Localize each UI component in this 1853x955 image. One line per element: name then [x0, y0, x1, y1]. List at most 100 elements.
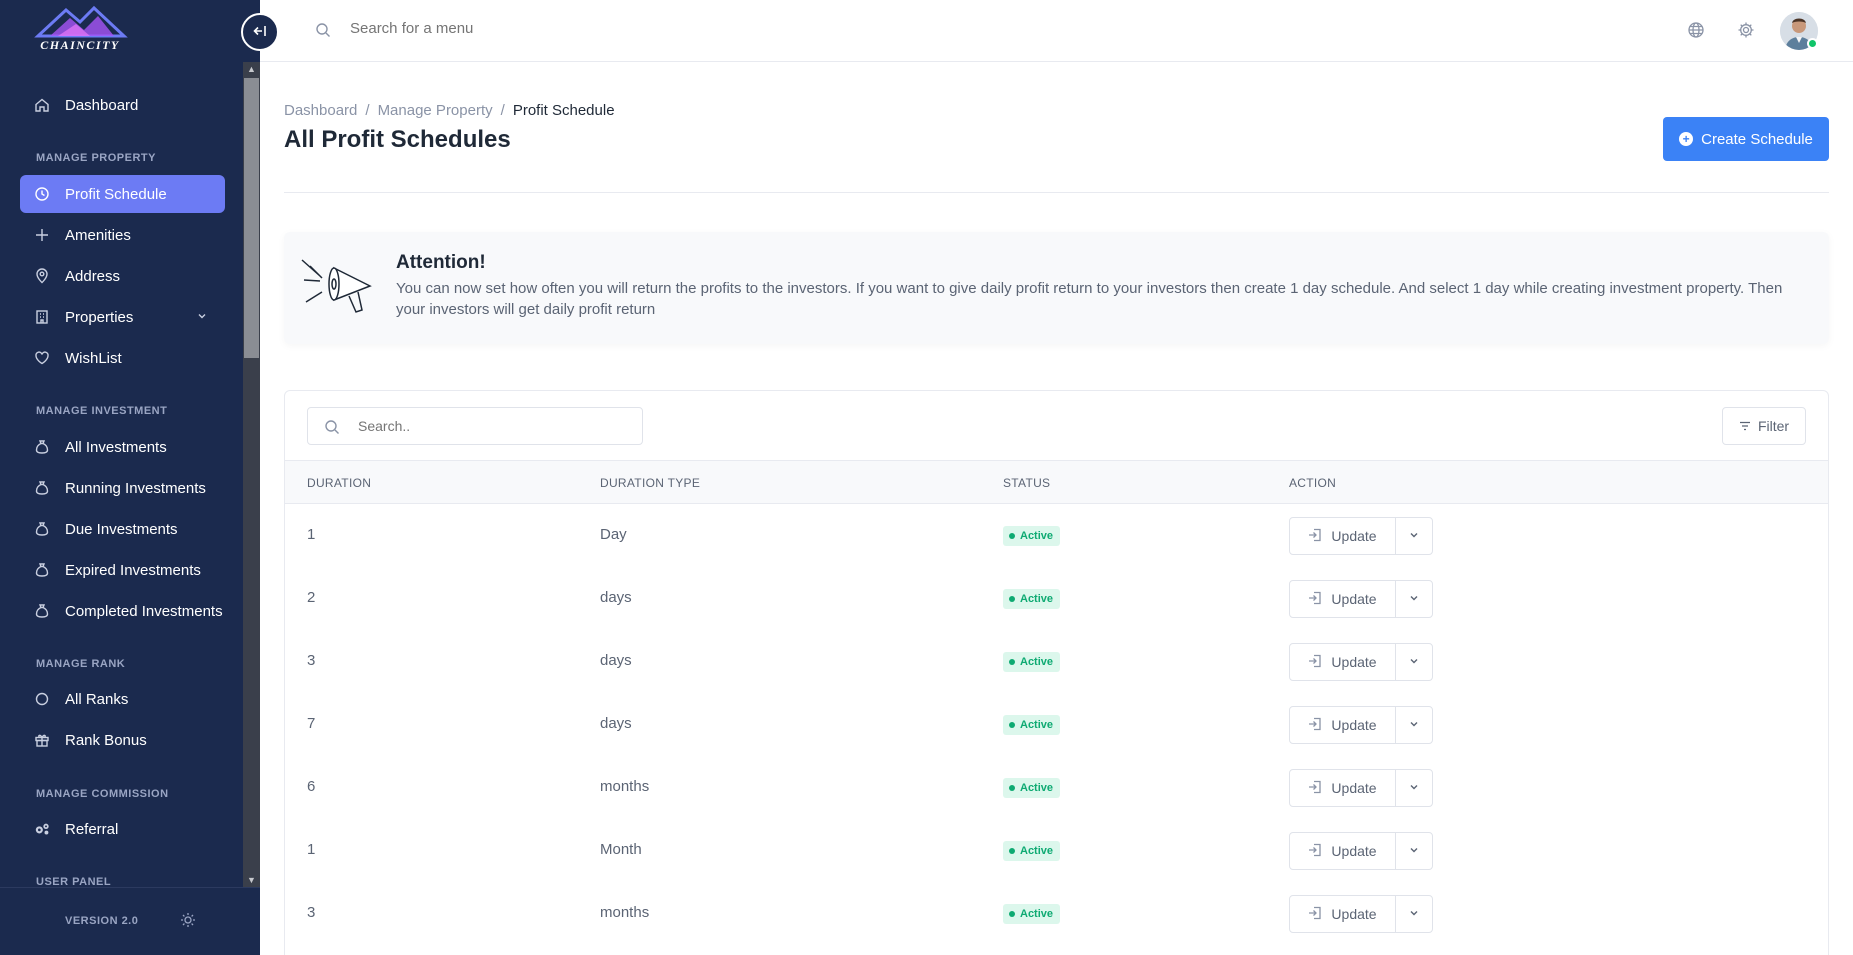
megaphone-icon	[300, 254, 384, 323]
update-button[interactable]: Update	[1290, 644, 1396, 680]
action-dropdown-toggle[interactable]	[1396, 833, 1432, 869]
status-label: Active	[1020, 656, 1054, 668]
filter-button[interactable]: Filter	[1722, 407, 1806, 445]
gears-icon	[34, 821, 50, 837]
sidebar-item-all-ranks[interactable]: All Ranks	[20, 680, 225, 718]
chevron-down-icon	[1409, 656, 1419, 669]
table-header: DURATION DURATION TYPE STATUS ACTION	[285, 460, 1828, 504]
action-dropdown-toggle[interactable]	[1396, 896, 1432, 932]
sidebar-footer: VERSION 2.0	[0, 887, 260, 955]
update-label: Update	[1331, 843, 1377, 859]
column-duration[interactable]: DURATION	[307, 476, 371, 490]
online-status-dot	[1807, 38, 1818, 49]
chaincity-logo[interactable]: CHAINCITY	[28, 2, 132, 58]
duration-cell: 3	[307, 652, 316, 669]
sidebar-item-label: Completed Investments	[65, 602, 223, 620]
update-label: Update	[1331, 717, 1377, 733]
action-dropdown-toggle[interactable]	[1396, 707, 1432, 743]
update-button[interactable]: Update	[1290, 833, 1396, 869]
sign-in-icon	[1308, 528, 1322, 545]
breadcrumb-manage-property[interactable]: Manage Property	[378, 102, 493, 119]
table-row: 6 months Active Update	[285, 756, 1828, 819]
schedules-card: Filter DURATION DURATION TYPE STATUS ACT…	[284, 390, 1829, 955]
sidebar-item-label: Rank Bonus	[65, 731, 147, 749]
menu-search-input[interactable]	[350, 20, 750, 37]
sign-in-icon	[1308, 780, 1322, 797]
action-dropdown-toggle[interactable]	[1396, 518, 1432, 554]
sidebar-collapse-button[interactable]	[241, 13, 279, 51]
sidebar-item-dashboard[interactable]: Dashboard	[20, 86, 225, 124]
create-schedule-label: Create Schedule	[1701, 130, 1813, 148]
sidebar-item-label: Running Investments	[65, 479, 206, 497]
status-dot	[1009, 785, 1015, 791]
attention-title: Attention!	[396, 252, 486, 273]
sign-in-icon	[1308, 843, 1322, 860]
scroll-up-icon[interactable]: ▲	[243, 62, 260, 76]
status-badge: Active	[1003, 904, 1061, 924]
action-button-group: Update	[1289, 643, 1433, 681]
action-button-group: Update	[1289, 769, 1433, 807]
update-label: Update	[1331, 654, 1377, 670]
update-button[interactable]: Update	[1290, 707, 1396, 743]
sidebar-item-expired-investments[interactable]: Expired Investments	[20, 551, 225, 589]
status-badge: Active	[1003, 589, 1061, 609]
status-label: Active	[1020, 845, 1054, 857]
table-row: 2 days Active Update	[285, 567, 1828, 630]
sidebar-item-completed-investments[interactable]: Completed Investments	[20, 592, 225, 630]
sidebar-item-address[interactable]: Address	[20, 257, 225, 295]
scroll-down-icon[interactable]: ▼	[243, 873, 260, 887]
duration-cell: 7	[307, 715, 316, 732]
attention-text: You can now set how often you will retur…	[396, 280, 1783, 318]
duration-type-cell: days	[600, 652, 632, 669]
sidebar-item-properties[interactable]: Properties	[20, 298, 225, 336]
filter-label: Filter	[1757, 418, 1790, 434]
version-label: VERSION 2.0	[65, 915, 139, 927]
update-button[interactable]: Update	[1290, 581, 1396, 617]
globe-icon[interactable]	[1687, 21, 1705, 44]
sidebar-item-label: All Ranks	[65, 690, 129, 708]
sidebar-item-label: WishList	[65, 349, 122, 367]
action-dropdown-toggle[interactable]	[1396, 770, 1432, 806]
header-divider	[284, 192, 1829, 193]
chevron-down-icon	[1409, 593, 1419, 606]
sidebar-item-rank-bonus[interactable]: Rank Bonus	[20, 721, 225, 759]
sidebar-item-due-investments[interactable]: Due Investments	[20, 510, 225, 548]
sun-icon[interactable]	[180, 912, 196, 933]
sidebar-item-label: Profit Schedule	[65, 185, 167, 203]
update-button[interactable]: Update	[1290, 896, 1396, 932]
duration-type-cell: days	[600, 715, 632, 732]
action-dropdown-toggle[interactable]	[1396, 581, 1432, 617]
sidebar-scrollbar[interactable]: ▲ ▼	[243, 62, 260, 887]
sidebar-item-referral[interactable]: Referral	[20, 810, 225, 848]
breadcrumb-dashboard[interactable]: Dashboard	[284, 102, 357, 119]
table-search-input[interactable]	[358, 418, 628, 434]
column-action: ACTION	[1289, 476, 1337, 490]
action-dropdown-toggle[interactable]	[1396, 644, 1432, 680]
duration-cell: 2	[307, 589, 316, 606]
column-duration-type[interactable]: DURATION TYPE	[600, 476, 700, 490]
action-button-group: Update	[1289, 706, 1433, 744]
gift-icon	[34, 732, 50, 748]
money-bag-icon	[34, 439, 50, 455]
sidebar-item-amenities[interactable]: Amenities	[20, 216, 225, 254]
sidebar-item-profit-schedule[interactable]: Profit Schedule	[20, 175, 225, 213]
table-search[interactable]	[307, 407, 643, 445]
duration-cell: 1	[307, 841, 316, 858]
column-status[interactable]: STATUS	[1003, 476, 1050, 490]
search-icon	[324, 419, 340, 440]
create-schedule-button[interactable]: + Create Schedule	[1663, 117, 1829, 161]
sidebar-item-label: Address	[65, 267, 121, 285]
heart-icon	[34, 350, 50, 366]
action-button-group: Update	[1289, 895, 1433, 933]
duration-cell: 6	[307, 778, 316, 795]
sidebar-item-wishlist[interactable]: WishList	[20, 339, 225, 377]
sidebar: CHAINCITY Dashboard MANAGE PROPERTY Prof…	[0, 0, 260, 955]
update-button[interactable]: Update	[1290, 770, 1396, 806]
gear-icon[interactable]	[1737, 21, 1755, 44]
scrollbar-thumb[interactable]	[244, 78, 259, 358]
breadcrumb-current: Profit Schedule	[512, 102, 615, 119]
update-button[interactable]: Update	[1290, 518, 1396, 554]
sidebar-item-all-investments[interactable]: All Investments	[20, 428, 225, 466]
sidebar-item-running-investments[interactable]: Running Investments	[20, 469, 225, 507]
sign-in-icon	[1308, 654, 1322, 671]
